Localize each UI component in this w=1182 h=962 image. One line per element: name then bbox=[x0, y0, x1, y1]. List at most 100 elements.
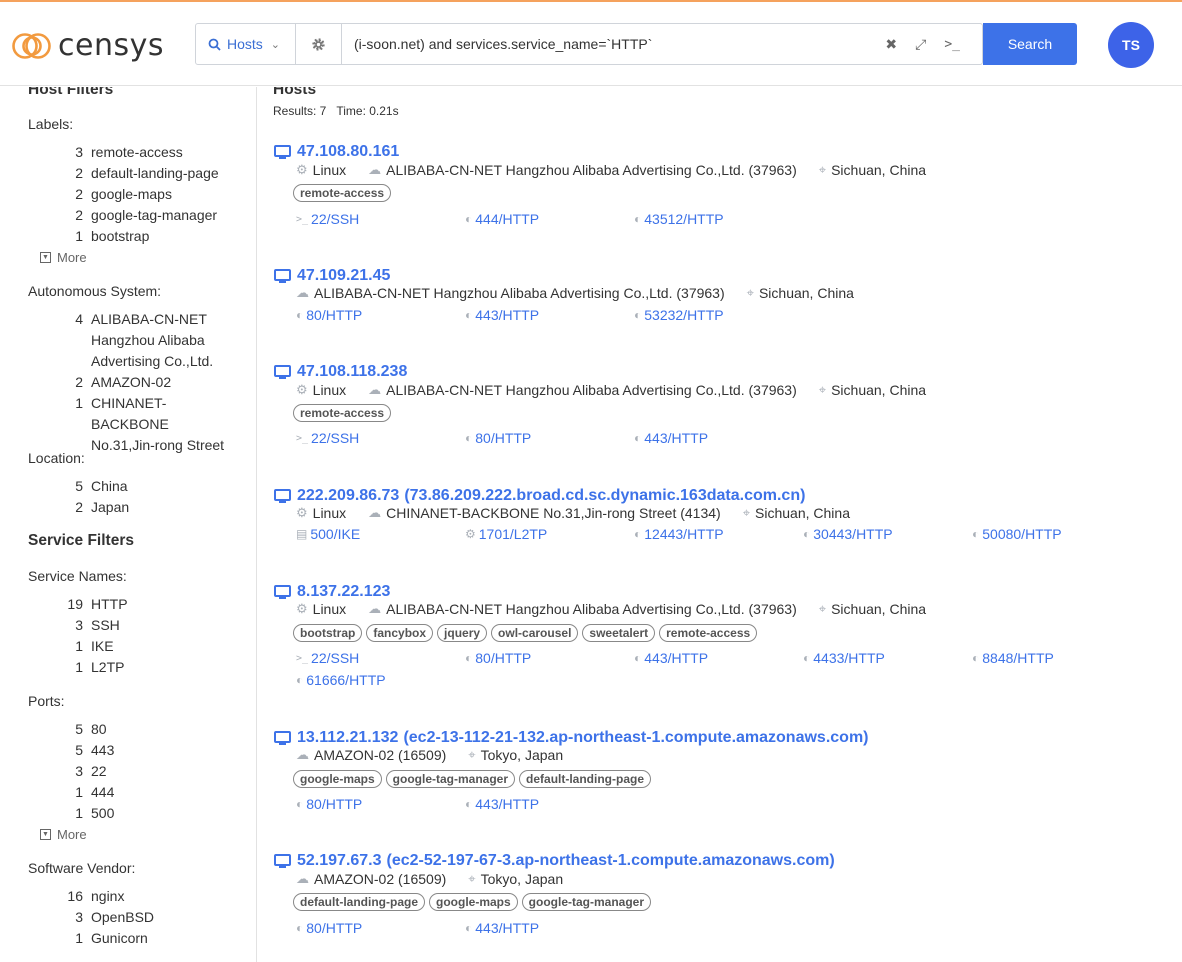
service-link[interactable]: ◐ 80/HTTP bbox=[296, 307, 362, 323]
tag-label[interactable]: remote-access bbox=[293, 404, 392, 422]
tag-label[interactable]: default-landing-page bbox=[293, 893, 425, 911]
host-asn[interactable]: ☁ ALIBABA-CN-NET Hangzhou Alibaba Adverti… bbox=[368, 601, 797, 617]
host-ip[interactable]: 52.197.67.3 bbox=[297, 852, 382, 870]
host-title-link[interactable]: 8.137.22.123 bbox=[274, 583, 390, 601]
tag-label[interactable]: fancybox bbox=[366, 624, 434, 642]
host-location[interactable]: ⌖ Sichuan, China bbox=[743, 505, 850, 521]
filter-label[interactable]: HTTP bbox=[91, 594, 241, 615]
tag-label[interactable]: google-tag-manager bbox=[521, 893, 652, 911]
service-label[interactable]: 12443/HTTP bbox=[644, 526, 723, 542]
filter-label[interactable]: Japan bbox=[91, 497, 241, 518]
service-label[interactable]: 80/HTTP bbox=[475, 430, 531, 446]
host-title-link[interactable]: 52.197.67.3 (ec2-52-197-67-3.ap-northeast… bbox=[274, 852, 835, 870]
service-label[interactable]: 50080/HTTP bbox=[982, 526, 1061, 542]
tag-label[interactable]: google-maps bbox=[293, 770, 382, 788]
host-asn[interactable]: ☁ ALIBABA-CN-NET Hangzhou Alibaba Adverti… bbox=[368, 382, 797, 398]
service-label[interactable]: 443/HTTP bbox=[644, 650, 708, 666]
filter-label[interactable]: 444 bbox=[91, 782, 241, 803]
service-label[interactable]: 80/HTTP bbox=[306, 307, 362, 323]
service-link[interactable]: ◐ 80/HTTP bbox=[465, 650, 531, 666]
filter-label[interactable]: bootstrap bbox=[91, 226, 241, 247]
service-link[interactable]: ◐ 80/HTTP bbox=[296, 920, 362, 936]
filter-label[interactable]: China bbox=[91, 476, 241, 497]
service-label[interactable]: 80/HTTP bbox=[475, 650, 531, 666]
service-label[interactable]: 443/HTTP bbox=[475, 307, 539, 323]
tag-label[interactable]: owl-carousel bbox=[491, 624, 579, 642]
filter-label[interactable]: Gunicorn bbox=[91, 928, 241, 949]
service-label[interactable]: 443/HTTP bbox=[475, 796, 539, 812]
user-avatar[interactable]: TS bbox=[1108, 22, 1154, 68]
host-ip[interactable]: 47.109.21.45 bbox=[297, 267, 390, 285]
service-label[interactable]: 443/HTTP bbox=[475, 920, 539, 936]
service-link[interactable]: >_ 22/SSH bbox=[296, 430, 359, 446]
tag-label[interactable]: remote-access bbox=[659, 624, 758, 642]
service-link[interactable]: ◐ 8848/HTTP bbox=[972, 650, 1054, 666]
service-link[interactable]: ◐ 61666/HTTP bbox=[296, 672, 386, 688]
host-title-link[interactable]: 47.109.21.45 bbox=[274, 267, 390, 285]
service-link[interactable]: >_ 22/SSH bbox=[296, 650, 359, 666]
service-link[interactable]: ◐ 443/HTTP bbox=[634, 430, 708, 446]
filter-label[interactable]: nginx bbox=[91, 886, 241, 907]
service-link[interactable]: ◐ 30443/HTTP bbox=[803, 526, 893, 542]
filter-label[interactable]: default-landing-page bbox=[91, 163, 241, 184]
service-link[interactable]: ◐ 80/HTTP bbox=[465, 430, 531, 446]
filter-label[interactable]: 80 bbox=[91, 719, 241, 740]
settings-button[interactable] bbox=[296, 24, 342, 64]
service-link[interactable]: ◐ 12443/HTTP bbox=[634, 526, 724, 542]
search-type-dropdown[interactable]: Hosts ⌄ bbox=[196, 24, 296, 64]
service-link[interactable]: >_ 22/SSH bbox=[296, 211, 359, 227]
filter-label[interactable]: ALIBABA-CN-NET Hangzhou Alibaba Advertisin… bbox=[91, 309, 241, 372]
host-ip[interactable]: 8.137.22.123 bbox=[297, 583, 390, 601]
host-asn[interactable]: ☁ CHINANET-BACKBONE No.31,Jin-rong Street… bbox=[368, 505, 721, 521]
filter-label[interactable]: 22 bbox=[91, 761, 241, 782]
service-link[interactable]: ◐ 443/HTTP bbox=[465, 796, 539, 812]
host-location[interactable]: ⌖ Tokyo, Japan bbox=[468, 747, 563, 763]
service-label[interactable]: 443/HTTP bbox=[644, 430, 708, 446]
host-dns[interactable]: (73.86.209.222.broad.cd.sc.dynamic.163da… bbox=[404, 487, 805, 505]
service-label[interactable]: 22/SSH bbox=[311, 430, 359, 446]
tag-label[interactable]: sweetalert bbox=[582, 624, 656, 642]
host-ip[interactable]: 222.209.86.73 bbox=[297, 487, 399, 505]
host-dns[interactable]: (ec2-52-197-67-3.ap-northeast-1.compute.… bbox=[387, 852, 835, 870]
clear-icon[interactable]: ✖ bbox=[885, 36, 897, 53]
censys-logo[interactable]: censys bbox=[12, 29, 164, 63]
service-label[interactable]: 22/SSH bbox=[311, 650, 359, 666]
host-location[interactable]: ⌖ Tokyo, Japan bbox=[468, 871, 563, 887]
service-label[interactable]: 43512/HTTP bbox=[644, 211, 723, 227]
filter-label[interactable]: AMAZON-02 bbox=[91, 372, 241, 393]
service-label[interactable]: 80/HTTP bbox=[306, 796, 362, 812]
service-label[interactable]: 53232/HTTP bbox=[644, 307, 723, 323]
service-label[interactable]: 61666/HTTP bbox=[306, 672, 385, 688]
service-label[interactable]: 8848/HTTP bbox=[982, 650, 1054, 666]
host-dns[interactable]: (ec2-13-112-21-132.ap-northeast-1.comput… bbox=[403, 729, 868, 747]
filter-label[interactable]: google-tag-manager bbox=[91, 205, 241, 226]
host-title-link[interactable]: 47.108.80.161 bbox=[274, 143, 399, 161]
service-link[interactable]: ◐ 443/HTTP bbox=[465, 307, 539, 323]
expand-icon[interactable]: ⤢ bbox=[915, 36, 926, 53]
filter-label[interactable]: IKE bbox=[91, 636, 241, 657]
host-title-link[interactable]: 47.108.118.238 bbox=[274, 363, 407, 381]
terminal-icon[interactable]: >_ bbox=[944, 37, 960, 52]
tag-label[interactable]: google-tag-manager bbox=[385, 770, 516, 788]
host-ip[interactable]: 47.108.118.238 bbox=[297, 363, 407, 381]
service-label[interactable]: 4433/HTTP bbox=[813, 650, 885, 666]
service-label[interactable]: 22/SSH bbox=[311, 211, 359, 227]
labels-more-button[interactable]: ▼ More bbox=[40, 250, 87, 265]
host-asn[interactable]: ☁ ALIBABA-CN-NET Hangzhou Alibaba Adverti… bbox=[368, 162, 797, 178]
tag-label[interactable]: bootstrap bbox=[293, 624, 363, 642]
tag-label[interactable]: remote-access bbox=[293, 184, 392, 202]
host-title-link[interactable]: 222.209.86.73 (73.86.209.222.broad.cd.sc.… bbox=[274, 487, 805, 505]
filter-label[interactable]: CHINANET-BACKBONE No.31,Jin-rong Street bbox=[91, 393, 241, 456]
host-title-link[interactable]: 13.112.21.132 (ec2-13-112-21-132.ap-north… bbox=[274, 729, 869, 747]
host-location[interactable]: ⌖ Sichuan, China bbox=[747, 285, 854, 301]
filter-label[interactable]: OpenBSD bbox=[91, 907, 241, 928]
service-label[interactable]: 444/HTTP bbox=[475, 211, 539, 227]
service-label[interactable]: 1701/L2TP bbox=[479, 526, 548, 542]
service-link[interactable]: ◐ 443/HTTP bbox=[465, 920, 539, 936]
host-location[interactable]: ⌖ Sichuan, China bbox=[819, 162, 926, 178]
service-link[interactable]: ◐ 43512/HTTP bbox=[634, 211, 724, 227]
service-link[interactable]: ◐ 443/HTTP bbox=[634, 650, 708, 666]
tag-label[interactable]: google-maps bbox=[429, 893, 518, 911]
service-label[interactable]: 80/HTTP bbox=[306, 920, 362, 936]
filter-label[interactable]: google-maps bbox=[91, 184, 241, 205]
